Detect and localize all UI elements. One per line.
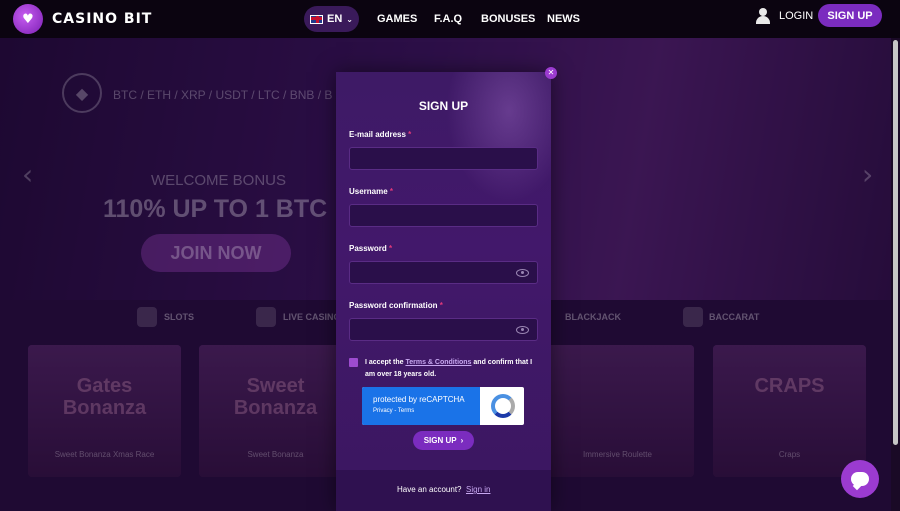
nav-faq[interactable]: F.A.Q bbox=[434, 13, 462, 25]
game-card[interactable]: Gates Bonanza Sweet Bonanza Xmas Race bbox=[28, 345, 181, 477]
game-title: Immersive Roulette bbox=[583, 450, 652, 459]
carousel-next-icon[interactable]: › bbox=[862, 158, 873, 191]
nav-news[interactable]: NEWS bbox=[547, 13, 580, 25]
recaptcha-logo-icon bbox=[491, 394, 515, 418]
chevron-right-icon: › bbox=[460, 436, 464, 445]
have-account-text: Have an account? bbox=[397, 485, 462, 494]
logo-icon[interactable]: ♥ bbox=[13, 4, 43, 34]
baccarat-icon bbox=[683, 307, 703, 327]
modal-title: SIGN UP bbox=[418, 99, 469, 113]
chat-button[interactable] bbox=[841, 460, 879, 498]
chevron-down-icon: ⌄ bbox=[346, 14, 353, 24]
required-mark: * bbox=[389, 187, 394, 196]
modal-decoration bbox=[446, 72, 551, 202]
username-label: Username * bbox=[349, 187, 393, 196]
chat-bubble-icon bbox=[851, 472, 869, 486]
join-now-button[interactable]: JOIN NOW bbox=[141, 234, 291, 272]
password-confirmation-label: Password confirmation * bbox=[349, 301, 443, 310]
sign-in-link[interactable]: Sign in bbox=[466, 485, 490, 494]
game-card[interactable]: Immersive Roulette bbox=[541, 345, 694, 477]
carousel-prev-icon[interactable]: ‹ bbox=[22, 158, 33, 191]
terms-text: I accept the Terms & Conditions and conf… bbox=[365, 357, 541, 381]
email-input[interactable] bbox=[350, 148, 537, 169]
password-input[interactable] bbox=[350, 262, 537, 283]
uk-flag-icon bbox=[310, 14, 323, 24]
nav-games[interactable]: GAMES bbox=[377, 13, 417, 25]
category-live-casino[interactable]: LIVE CASINO bbox=[283, 312, 341, 322]
welcome-bonus-label: WELCOME BONUS bbox=[151, 172, 287, 189]
recaptcha-links[interactable]: Privacy - Terms bbox=[373, 408, 414, 414]
terms-checkbox[interactable] bbox=[349, 358, 358, 367]
game-art: Sweet Bonanza bbox=[233, 375, 318, 419]
game-art: CRAPS bbox=[754, 375, 825, 397]
scrollbar-thumb[interactable] bbox=[893, 40, 898, 445]
live-casino-icon bbox=[256, 307, 276, 327]
username-field[interactable] bbox=[349, 204, 538, 227]
email-field[interactable] bbox=[349, 147, 538, 170]
terms-link[interactable]: Terms & Conditions bbox=[405, 359, 471, 366]
recaptcha-panel: protected by reCAPTCHA Privacy - Terms bbox=[362, 387, 480, 425]
recaptcha-widget[interactable]: protected by reCAPTCHA Privacy - Terms bbox=[362, 387, 524, 425]
required-mark: * bbox=[408, 130, 412, 139]
username-label-text: Username bbox=[349, 187, 388, 196]
recaptcha-text: protected by reCAPTCHA bbox=[373, 395, 465, 404]
slots-icon bbox=[137, 307, 157, 327]
signup-submit-label: SIGN UP bbox=[423, 436, 457, 445]
required-mark: * bbox=[389, 244, 393, 253]
category-blackjack[interactable]: BLACKJACK bbox=[565, 312, 621, 322]
login-link[interactable]: LOGIN bbox=[779, 10, 813, 22]
password-label-text: Password bbox=[349, 244, 387, 253]
ethereum-icon: ◆ bbox=[62, 73, 102, 113]
logo-text[interactable]: CASINO BIT bbox=[52, 11, 152, 27]
nav-bonuses[interactable]: BONUSES bbox=[481, 13, 535, 25]
password-field[interactable] bbox=[349, 261, 538, 284]
show-password-eye-icon[interactable] bbox=[516, 269, 529, 277]
password-confirmation-label-text: Password confirmation bbox=[349, 301, 438, 310]
language-selector[interactable]: EN ⌄ bbox=[304, 6, 359, 32]
username-input[interactable] bbox=[350, 205, 537, 226]
password-confirmation-input[interactable] bbox=[350, 319, 537, 340]
signup-header-button[interactable]: SIGN UP bbox=[818, 4, 882, 27]
category-baccarat[interactable]: BACCARAT bbox=[709, 312, 759, 322]
game-title: Sweet Bonanza bbox=[247, 450, 304, 459]
top-navigation-bar: ♥ CASINO BIT EN ⌄ GAMES F.A.Q BONUSES NE… bbox=[0, 0, 900, 38]
category-slots[interactable]: SLOTS bbox=[164, 312, 194, 322]
required-mark: * bbox=[439, 301, 443, 310]
game-title: Sweet Bonanza Xmas Race bbox=[54, 450, 155, 459]
close-icon[interactable]: ✕ bbox=[545, 67, 557, 79]
crypto-list: BTC / ETH / XRP / USDT / LTC / BNB / B bbox=[113, 88, 333, 102]
bonus-headline: 110% UP TO 1 BTC bbox=[103, 195, 328, 223]
password-confirmation-field[interactable] bbox=[349, 318, 538, 341]
email-label-text: E-mail address bbox=[349, 130, 406, 139]
signup-submit-button[interactable]: SIGN UP › bbox=[413, 431, 474, 450]
game-card[interactable]: Sweet Bonanza Sweet Bonanza bbox=[199, 345, 352, 477]
language-label: EN bbox=[327, 13, 343, 25]
signup-modal: SIGN UP E-mail address * Username * Pass… bbox=[336, 72, 551, 511]
email-label: E-mail address * bbox=[349, 130, 411, 139]
terms-prefix: I accept the bbox=[365, 359, 404, 366]
user-icon[interactable] bbox=[756, 8, 770, 24]
show-password-confirmation-eye-icon[interactable] bbox=[516, 326, 529, 334]
game-card[interactable]: CRAPS Craps bbox=[713, 345, 866, 477]
password-label: Password * bbox=[349, 244, 392, 253]
game-title: Craps bbox=[778, 450, 801, 459]
game-art: Gates Bonanza bbox=[62, 375, 147, 419]
